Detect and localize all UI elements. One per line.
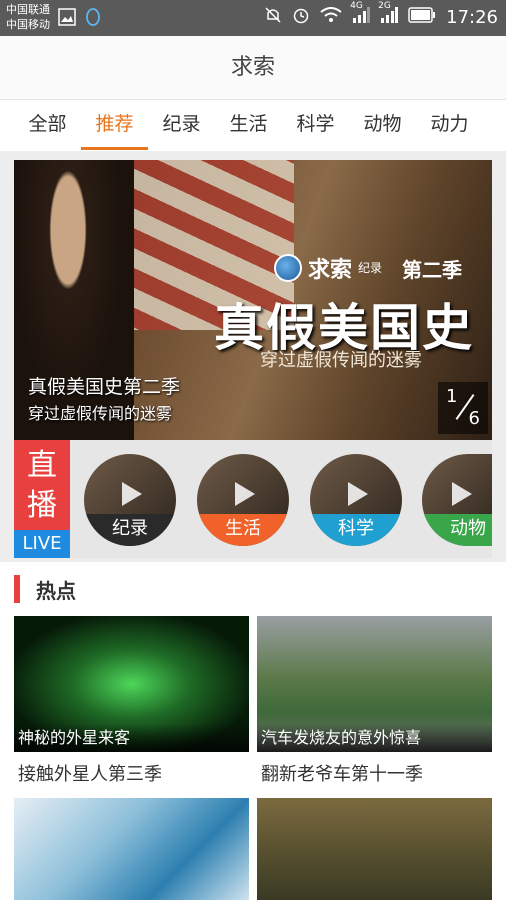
card-overlay-text: 汽车发烧友的意外惊喜: [257, 724, 492, 752]
signal-4g-icon: 4G: [350, 1, 371, 28]
carrier-2: 中国移动: [6, 18, 50, 31]
clock: 17:26: [446, 7, 498, 28]
featured-banner[interactable]: 求索 纪录 第二季 真假美国史 穿过虚假传闻的迷雾 真假美国史第二季 穿过虚假传…: [14, 160, 492, 440]
live-channel-animals[interactable]: 动物: [422, 454, 492, 546]
channel-logo: 求索 纪录 第二季: [274, 252, 462, 284]
live-channel-label: 纪录: [84, 514, 176, 546]
system-icons: 4G 2G 17:26: [264, 1, 498, 29]
signal-4g-label: 4G: [350, 1, 363, 11]
play-icon: [348, 482, 368, 506]
live-channel-label: 科学: [310, 514, 402, 546]
wifi-icon: [320, 7, 342, 28]
live-channel-science[interactable]: 科学: [310, 454, 402, 546]
banner-subtitle: 穿过虚假传闻的迷雾: [28, 404, 173, 423]
banner-center-subtitle: 穿过虚假传闻的迷雾: [260, 350, 422, 371]
hot-card[interactable]: [257, 798, 492, 900]
live-strip: 直播 LIVE 纪录 生活 科学 动物: [14, 440, 492, 558]
tab-all[interactable]: 全部: [14, 100, 81, 151]
pager-current: 1: [446, 386, 458, 407]
battery-icon: [408, 7, 436, 28]
card-title: 接触外星人第三季: [18, 764, 162, 785]
mute-icon: [264, 6, 282, 29]
tab-recommend[interactable]: 推荐: [81, 100, 148, 151]
globe-icon: [274, 254, 302, 282]
live-channel-label: 动物: [422, 514, 492, 546]
card-title: 翻新老爷车第十一季: [261, 764, 423, 785]
live-channel-documentary[interactable]: 纪录: [84, 454, 176, 546]
tab-life[interactable]: 生活: [215, 100, 282, 151]
live-label-en: LIVE: [14, 530, 70, 558]
signal-2g-icon: 2G: [378, 1, 399, 28]
live-channel-label: 生活: [197, 514, 289, 546]
live-channel-life[interactable]: 生活: [197, 454, 289, 546]
category-tabs: 全部 推荐 纪录 生活 科学 动物 动力 旅: [0, 100, 506, 152]
card-thumbnail: 汽车发烧友的意外惊喜: [257, 616, 492, 752]
app-title-bar: 求索: [0, 36, 506, 100]
pager-total: 6: [468, 408, 480, 429]
logo-text: 求索: [308, 258, 353, 283]
logo-sub: 纪录: [358, 261, 383, 275]
season-badge: 第二季: [402, 257, 463, 282]
signal-2g-label: 2G: [378, 1, 391, 11]
qq-icon: [84, 8, 102, 32]
tab-science[interactable]: 科学: [282, 100, 349, 151]
app-title: 求索: [230, 55, 275, 80]
tab-power[interactable]: 动力: [416, 100, 483, 151]
image-icon: [58, 8, 76, 32]
tab-documentary[interactable]: 纪录: [148, 100, 215, 151]
card-thumbnail: [257, 798, 492, 900]
tab-travel[interactable]: 旅: [483, 100, 506, 151]
hot-card[interactable]: 神秘的外星来客 接触外星人第三季: [14, 616, 249, 786]
section-accent: [14, 575, 20, 603]
hot-card[interactable]: 汽车发烧友的意外惊喜 翻新老爷车第十一季: [257, 616, 492, 786]
banner-title: 真假美国史第二季: [28, 376, 181, 398]
notification-icons: [58, 8, 102, 32]
card-thumbnail: 神秘的外星来客: [14, 616, 249, 752]
carrier-info: 中国联通 中国移动: [6, 2, 50, 32]
live-badge[interactable]: 直播 LIVE: [14, 440, 70, 558]
card-thumbnail: [14, 798, 249, 900]
status-bar: 中国联通 中国移动 4G 2G 17:26: [0, 0, 506, 36]
live-label: 直播: [14, 440, 70, 530]
play-icon: [122, 482, 142, 506]
banner-pager: 1 6: [438, 382, 488, 434]
hot-section-header: 热点: [14, 574, 76, 604]
alarm-icon: [292, 6, 310, 29]
carrier-1: 中国联通: [6, 3, 50, 16]
play-icon: [452, 482, 472, 506]
section-title: 热点: [36, 578, 76, 603]
hot-card[interactable]: [14, 798, 249, 900]
play-icon: [235, 482, 255, 506]
card-overlay-text: 神秘的外星来客: [14, 724, 249, 752]
tab-animals[interactable]: 动物: [349, 100, 416, 151]
